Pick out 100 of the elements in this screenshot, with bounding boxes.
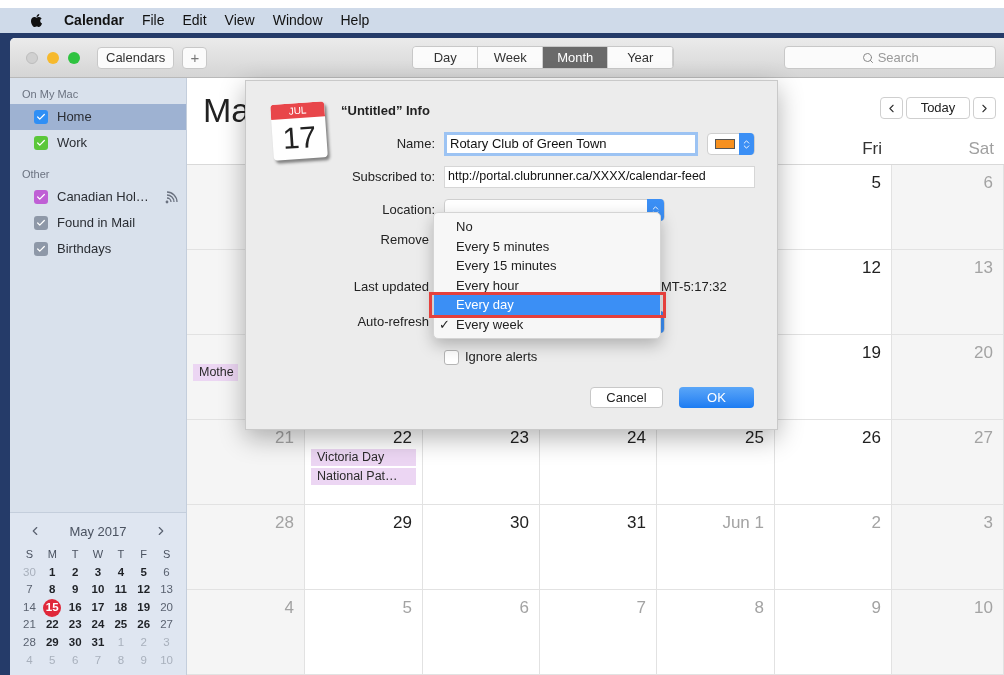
mini-calendar-day[interactable]: 1	[49, 563, 56, 581]
event-label[interactable]: Mothe	[193, 364, 238, 381]
mini-calendar-day[interactable]: 7	[26, 581, 33, 599]
mini-calendar-day[interactable]: 2	[71, 563, 79, 581]
day-number: 19	[862, 342, 881, 362]
day-number: 20	[974, 342, 993, 362]
sidebar-section-title: On My Mac	[22, 86, 79, 102]
weekday-letter: T	[70, 547, 80, 563]
mini-calendar-day[interactable]: 25	[114, 616, 128, 634]
checkbox[interactable]	[34, 216, 48, 230]
mini-calendar-day[interactable]: 17	[91, 599, 105, 617]
cancel-button[interactable]: Cancel	[590, 387, 663, 408]
mini-calendar-day[interactable]: 21	[23, 616, 36, 634]
day-number: 5	[402, 597, 412, 617]
day-number: 12	[862, 257, 881, 277]
event-label[interactable]: National Pat…	[311, 468, 416, 485]
day-cell[interactable]: 26	[775, 420, 892, 505]
add-button[interactable]: +	[182, 46, 208, 69]
mini-calendar-day[interactable]: 31	[91, 634, 105, 652]
checkbox[interactable]	[34, 136, 48, 150]
checkmark-icon	[36, 192, 46, 202]
day-cell[interactable]: 12	[775, 250, 892, 335]
color-picker[interactable]	[707, 133, 755, 155]
event-label[interactable]: Victoria Day	[311, 449, 416, 466]
checkbox[interactable]	[34, 242, 48, 256]
calendar-list-item[interactable]: Canadian Hol…	[10, 184, 186, 210]
mini-calendar-day[interactable]: 16	[68, 599, 82, 617]
mini-calendar-day[interactable]: 28	[23, 634, 36, 652]
mini-calendar-day[interactable]: 8	[49, 581, 56, 599]
mini-calendar-day[interactable]: 27	[160, 616, 173, 634]
mini-calendar-day[interactable]: 18	[114, 599, 128, 617]
app-menu[interactable]: Calendar	[64, 10, 124, 31]
menu-item[interactable]: Every hour	[434, 275, 660, 295]
view-tab[interactable]: Day	[413, 47, 479, 68]
mini-calendar-day[interactable]: 11	[114, 581, 127, 599]
zoom-window-button[interactable]	[68, 51, 80, 64]
day-number: 30	[510, 512, 529, 532]
mini-calendar-day[interactable]: 15	[43, 598, 62, 617]
mini-calendar-day[interactable]: 14	[23, 599, 36, 617]
mini-calendar-day[interactable]: 29	[45, 634, 59, 652]
mini-calendar-day[interactable]: 23	[68, 616, 82, 634]
menu-bar-item[interactable]: File	[141, 10, 165, 31]
menu-item[interactable]: Every 5 minutes	[434, 236, 660, 256]
day-cell[interactable]: 30	[423, 505, 540, 590]
checkbox[interactable]	[34, 110, 48, 124]
menu-bar-item[interactable]: Window	[272, 10, 323, 31]
today-button[interactable]: Today	[906, 97, 970, 119]
mini-calendar-day[interactable]: 10	[91, 581, 105, 599]
calendar-list-item[interactable]: Found in Mail	[10, 210, 186, 236]
checkmark-icon	[36, 138, 46, 148]
view-tab[interactable]: Year	[608, 47, 674, 68]
day-cell[interactable]: 31	[540, 505, 657, 590]
menu-bar-item[interactable]: Help	[340, 10, 370, 31]
view-tab[interactable]: Week	[478, 47, 544, 68]
day-number: 21	[275, 427, 294, 447]
weekday-letter: W	[91, 547, 105, 563]
field-label: Remove	[379, 231, 430, 250]
mini-calendar-day[interactable]: 9	[71, 581, 79, 599]
mini-calendar-day[interactable]: 6	[163, 563, 170, 581]
mini-calendar-day[interactable]: 12	[137, 581, 151, 599]
mini-calendar-day[interactable]: 24	[91, 616, 105, 634]
mini-calendar-day[interactable]: 19	[137, 599, 151, 617]
calendar-name: Found in Mail	[57, 214, 137, 233]
day-number: 31	[627, 512, 646, 532]
day-cell[interactable]: 29	[305, 505, 423, 590]
calendar-list-item[interactable]: Work	[10, 130, 186, 156]
field-label: Auto-refresh	[356, 313, 430, 332]
calendars-button[interactable]: Calendars	[97, 46, 175, 69]
calendar-name: Canadian Hol…	[57, 188, 150, 207]
day-number: 7	[636, 597, 646, 617]
mini-calendar-day[interactable]: 4	[117, 563, 125, 581]
url-field[interactable]: http://portal.clubrunner.ca/XXXX/calendar-feed	[444, 165, 755, 188]
mini-calendar-day[interactable]: 30	[68, 634, 82, 652]
last-updated-value: MT-5:17:32	[661, 278, 727, 297]
mini-calendar-day[interactable]: 13	[160, 581, 173, 599]
mini-calendar-day[interactable]: 22	[45, 616, 59, 634]
day-cell[interactable]: 5	[775, 165, 892, 250]
menu-bar-item[interactable]: Edit	[182, 10, 207, 31]
day-number: 23	[510, 427, 529, 447]
menu-item[interactable]: No	[434, 217, 660, 237]
mini-calendar-day[interactable]: 26	[137, 616, 151, 634]
previous-button[interactable]	[880, 97, 903, 119]
mini-calendar-day[interactable]: 5	[140, 563, 147, 581]
checkbox[interactable]	[34, 190, 48, 204]
menu-item[interactable]: ✓ Every week	[434, 314, 660, 334]
apple-logo-icon[interactable]	[29, 13, 44, 28]
mini-calendar-day[interactable]: 3	[94, 563, 102, 581]
view-tab[interactable]: Month	[543, 47, 609, 68]
name-field[interactable]: Rotary Club of Green Town	[444, 132, 698, 156]
day-cell[interactable]: 19	[775, 335, 892, 420]
mini-calendar-day[interactable]: 20	[160, 599, 173, 617]
menu-item[interactable]: Every 15 minutes	[434, 256, 660, 276]
menu-bar-item[interactable]: View	[224, 10, 255, 31]
calendar-list-item[interactable]: Birthdays	[10, 236, 186, 262]
calendar-list-item[interactable]: Home	[10, 104, 186, 130]
icon-month-text: JUL	[270, 101, 326, 120]
day-number: 27	[974, 427, 993, 447]
weekday-letter: S	[24, 547, 35, 563]
checkbox[interactable]	[444, 349, 459, 365]
next-button[interactable]	[973, 97, 996, 119]
